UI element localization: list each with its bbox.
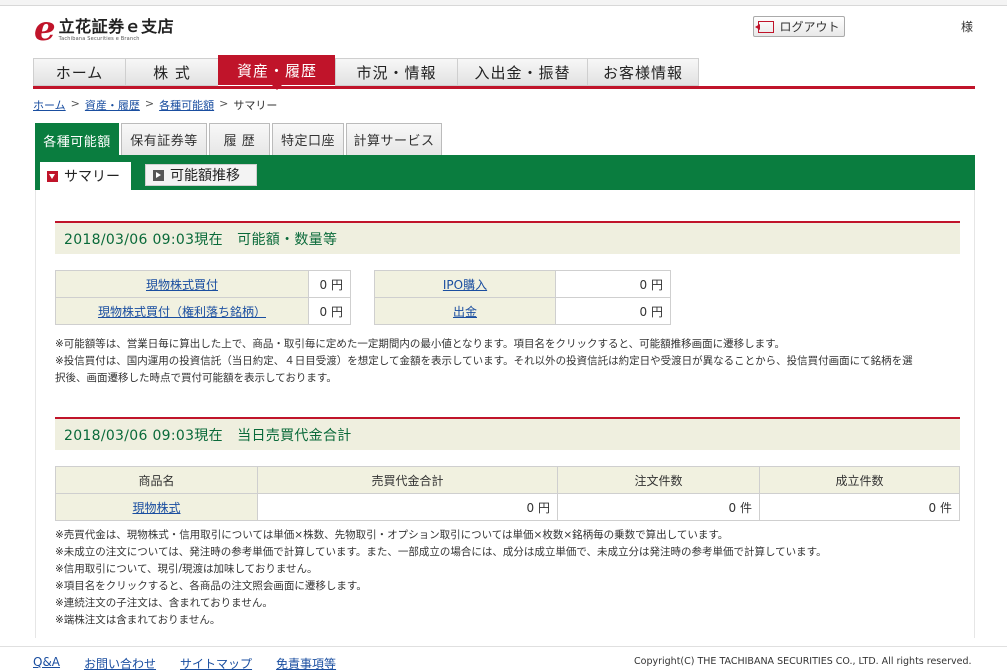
- table-cell-value: 0 円: [555, 270, 671, 298]
- section2-notes: ※売買代金は、現物株式・信用取引については単価×株数、先物取引・オプション取引に…: [55, 527, 960, 629]
- breadcrumb-separator: >: [219, 97, 229, 110]
- section-trading-total-title: 2018/03/06 09:03現在 当日売買代金合計: [55, 417, 960, 450]
- table-cell-label: IPO購入: [374, 270, 556, 298]
- tab-summary[interactable]: サマリー: [40, 162, 131, 190]
- footer-link-qa[interactable]: Q&A: [33, 655, 60, 672]
- note-line: ※端株注文は含まれておりません。: [55, 614, 221, 626]
- logout-button[interactable]: ログアウト: [753, 16, 845, 37]
- table-cell-label: 現物株式買付（権利落ち銘柄）: [55, 297, 309, 325]
- table-cell-value: 0 円: [308, 297, 351, 325]
- breadcrumb-current: サマリー: [233, 99, 278, 112]
- tab-amount-trend-label: 可能額推移: [170, 168, 240, 184]
- footer-link-disclaimer[interactable]: 免責事項等: [276, 655, 336, 672]
- arrow-down-icon: [47, 170, 58, 182]
- footer-divider: [0, 646, 1007, 647]
- breadcrumb: ホーム > 資産・履歴 > 各種可能額 > サマリー: [33, 97, 277, 113]
- table-cell-value: 0 件: [557, 493, 760, 521]
- link-cash-stock[interactable]: 現物株式: [132, 501, 180, 515]
- logo-e-mark: e: [34, 9, 56, 49]
- trading-total-table: 商品名 売買代金合計 注文件数 成立件数 現物株式 0 円 0 件 0 件: [55, 466, 960, 521]
- link-withdrawal[interactable]: 出金: [453, 305, 477, 319]
- note-line: ※未成立の注文については、発注時の参考単価で計算しています。また、一部成立の場合…: [55, 546, 827, 558]
- nav-assets-history[interactable]: 資産・履歴: [218, 55, 335, 90]
- section1-notes: ※可能額等は、営業日毎に算出した上で、商品・取引毎に定めた一定期間内の最小値とな…: [55, 336, 960, 387]
- breadcrumb-assets-history[interactable]: 資産・履歴: [85, 97, 140, 113]
- link-ipo-purchase[interactable]: IPO購入: [443, 278, 487, 292]
- arrow-right-icon: [153, 169, 164, 181]
- column-header: 成立件数: [759, 466, 960, 494]
- table-row: 現物株式買付（権利落ち銘柄） 0 円: [55, 297, 351, 325]
- nav-customer-info[interactable]: お客様情報: [587, 58, 699, 86]
- top-strip: [0, 0, 1007, 6]
- column-header: 注文件数: [557, 466, 760, 494]
- table-cell-value: 0 件: [759, 493, 960, 521]
- tab-calc-service[interactable]: 計算サービス: [346, 123, 442, 155]
- footer-links: Q&A お問い合わせ サイトマップ 免責事項等: [33, 655, 360, 672]
- user-name-suffix: 様: [961, 20, 974, 34]
- link-cash-stock-buy[interactable]: 現物株式買付: [146, 278, 218, 292]
- logo-subtitle: Tachibana Securities e Branch: [58, 36, 140, 42]
- note-line: ※売買代金は、現物株式・信用取引については単価×株数、先物取引・オプション取引に…: [55, 529, 729, 541]
- table-cell-value: 0 円: [555, 297, 671, 325]
- logo-name: 立花証券ｅ支店: [58, 17, 175, 36]
- nav-deposit-transfer[interactable]: 入出金・振替: [457, 58, 587, 86]
- table-row: 出金 0 円: [374, 297, 671, 325]
- logout-label: ログアウト: [779, 20, 840, 34]
- column-header: 商品名: [55, 466, 258, 494]
- tab-summary-label: サマリー: [64, 169, 120, 185]
- nav-market-info[interactable]: 市況・情報: [335, 58, 457, 86]
- logout-icon: [755, 20, 775, 33]
- breadcrumb-home[interactable]: ホーム: [33, 97, 66, 113]
- note-line: ※信用取引について、現引/現渡は加味しておりません。: [55, 563, 318, 575]
- tab-amount-trend[interactable]: 可能額推移: [145, 164, 257, 186]
- table-cell-value: 0 円: [308, 270, 351, 298]
- breadcrumb-separator: >: [70, 97, 80, 110]
- available-amounts-table-right: IPO購入 0 円 出金 0 円: [374, 270, 671, 325]
- tab-specific-account[interactable]: 特定口座: [272, 123, 344, 155]
- note-line: ※投信買付は、国内運用の投資信託（当日約定、４日目受渡）を想定して金額を表示して…: [55, 355, 913, 367]
- note-line: ※項目名をクリックすると、各商品の注文照会画面に遷移します。: [55, 580, 367, 592]
- table-cell-label: 現物株式買付: [55, 270, 309, 298]
- breadcrumb-separator: >: [144, 97, 155, 110]
- tab-available-amounts[interactable]: 各種可能額: [35, 123, 119, 156]
- footer-link-contact[interactable]: お問い合わせ: [84, 655, 156, 672]
- breadcrumb-available-amounts[interactable]: 各種可能額: [159, 97, 214, 113]
- table-cell-label: 現物株式: [55, 493, 258, 521]
- note-line: ※可能額等は、営業日毎に算出した上で、商品・取引毎に定めた一定期間内の最小値とな…: [55, 338, 786, 350]
- nav-home[interactable]: ホーム: [33, 58, 125, 86]
- tab-holdings[interactable]: 保有証券等: [121, 123, 207, 155]
- tab-history[interactable]: 履 歴: [209, 123, 270, 155]
- sub-tabs: 各種可能額 保有証券等 履 歴 特定口座 計算サービス: [35, 123, 444, 156]
- footer-link-sitemap[interactable]: サイトマップ: [180, 655, 252, 672]
- table-header-row: 商品名 売買代金合計 注文件数 成立件数: [55, 466, 960, 494]
- table-cell-label: 出金: [374, 297, 556, 325]
- copyright: Copyright(C) THE TACHIBANA SECURITIES CO…: [634, 656, 972, 667]
- table-row: 現物株式 0 円 0 件 0 件: [55, 493, 960, 521]
- section-available-amounts-title: 2018/03/06 09:03現在 可能額・数量等: [55, 221, 960, 254]
- nav-stocks[interactable]: 株 式: [125, 58, 218, 86]
- main-nav: ホーム 株 式 資産・履歴 市況・情報 入出金・振替 お客様情報: [33, 55, 699, 90]
- nav-underline: [33, 86, 975, 89]
- table-cell-value: 0 円: [257, 493, 558, 521]
- site-logo[interactable]: e 立花証券ｅ支店 Tachibana Securities e Branch: [34, 9, 175, 49]
- available-amounts-table-left: 現物株式買付 0 円 現物株式買付（権利落ち銘柄） 0 円: [55, 270, 351, 325]
- link-cash-stock-buy-ex-rights[interactable]: 現物株式買付（権利落ち銘柄）: [98, 305, 266, 319]
- column-header: 売買代金合計: [257, 466, 558, 494]
- table-row: IPO購入 0 円: [374, 270, 671, 298]
- note-line: ※連続注文の子注文は、含まれておりません。: [55, 597, 273, 609]
- table-row: 現物株式買付 0 円: [55, 270, 351, 298]
- note-line: 択後、画面遷移した時点で買付可能額を表示しております。: [55, 372, 337, 384]
